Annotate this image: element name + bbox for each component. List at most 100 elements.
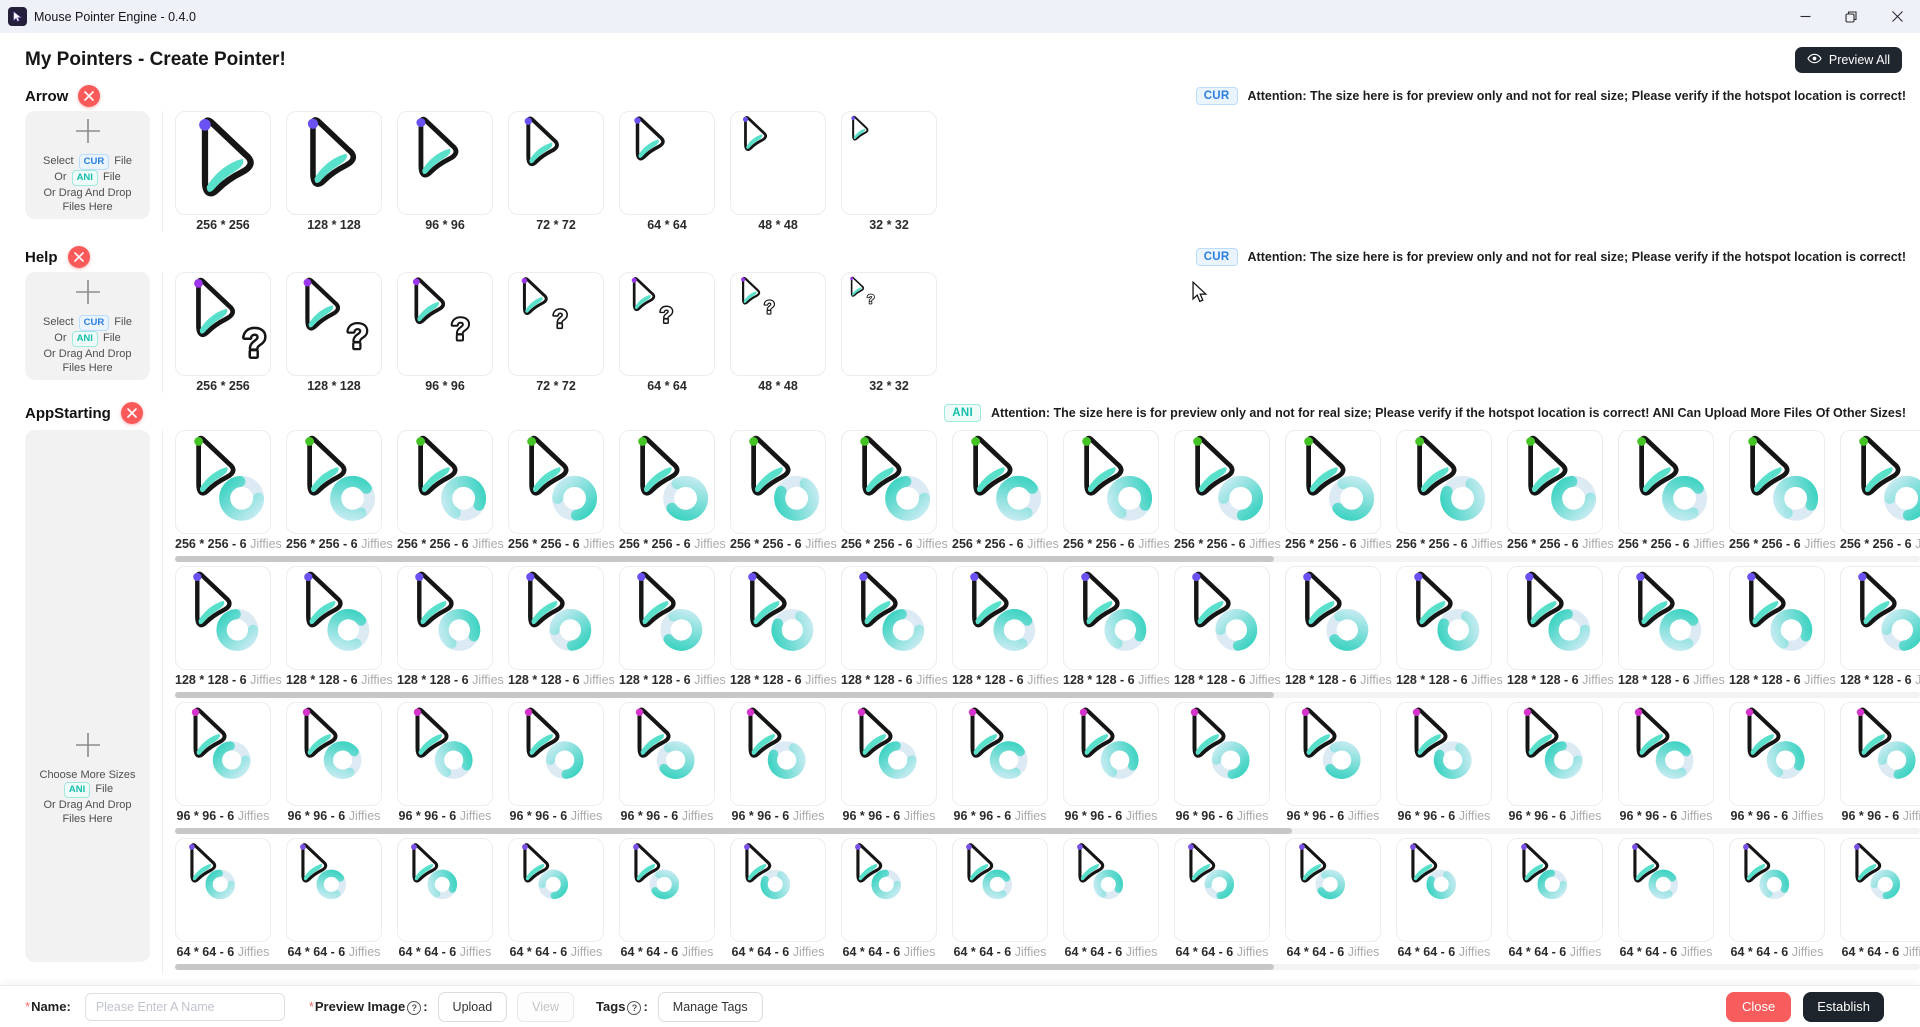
pointer-preview-card[interactable] [1729, 566, 1825, 670]
pointer-preview-card[interactable] [619, 838, 715, 942]
pointer-preview-card[interactable] [286, 430, 382, 534]
view-button[interactable]: View [517, 991, 575, 1022]
pointer-preview-card[interactable]: ? [175, 272, 271, 376]
close-button[interactable]: Close [1726, 991, 1792, 1022]
pointer-preview-card[interactable] [1174, 566, 1270, 670]
pointer-preview-card[interactable] [619, 111, 715, 215]
pointer-preview-card[interactable] [1396, 838, 1492, 942]
pointer-preview-card[interactable] [397, 702, 493, 806]
pointer-preview-card[interactable] [1063, 430, 1159, 534]
pointer-preview-card[interactable] [841, 430, 937, 534]
pointer-preview-card[interactable] [1396, 702, 1492, 806]
pointer-preview-card[interactable] [1063, 838, 1159, 942]
pointer-preview-card[interactable] [730, 566, 826, 670]
pointer-preview-card[interactable] [1729, 430, 1825, 534]
pointer-preview-card[interactable] [1174, 430, 1270, 534]
pointer-preview-card[interactable] [1507, 838, 1603, 942]
pointer-preview-card[interactable] [508, 838, 604, 942]
pointer-preview-card[interactable]: ? [730, 272, 826, 376]
pointer-preview-card[interactable] [1618, 430, 1714, 534]
file-dropzone-ani[interactable]: Choose More Sizes ANI File Or Drag And D… [25, 430, 150, 962]
pointer-preview-card[interactable] [952, 838, 1048, 942]
pointer-preview-card[interactable] [397, 111, 493, 215]
pointer-preview-card[interactable] [1063, 566, 1159, 670]
pointer-preview-card[interactable] [619, 702, 715, 806]
pointer-preview-card[interactable]: ? [286, 272, 382, 376]
pointer-preview-card[interactable] [508, 566, 604, 670]
pointer-preview-card[interactable] [619, 430, 715, 534]
pointer-preview-card[interactable] [397, 838, 493, 942]
pointer-preview-card[interactable] [508, 111, 604, 215]
pointer-preview-card[interactable] [1507, 702, 1603, 806]
pointer-preview-card[interactable]: ? [397, 272, 493, 376]
pointer-preview-card[interactable] [1840, 838, 1920, 942]
file-dropzone[interactable]: Select CUR File Or ANI File Or Drag And … [25, 272, 150, 380]
pointer-preview-card[interactable] [730, 702, 826, 806]
pointer-preview-card[interactable] [508, 702, 604, 806]
pointer-preview-card[interactable] [1063, 702, 1159, 806]
pointer-preview-card[interactable] [175, 430, 271, 534]
pointer-preview-card[interactable] [1174, 838, 1270, 942]
pointer-preview-card[interactable] [175, 111, 271, 215]
pointer-preview-card[interactable] [1507, 566, 1603, 670]
minimize-icon[interactable] [1782, 0, 1828, 33]
pointer-preview-card[interactable] [1285, 702, 1381, 806]
horizontal-scrollbar[interactable] [175, 964, 1920, 970]
pointer-preview-card[interactable]: ? [841, 272, 937, 376]
pointer-preview-card[interactable] [397, 430, 493, 534]
pointer-preview-card[interactable] [1729, 838, 1825, 942]
pointer-preview-card[interactable] [952, 430, 1048, 534]
pointer-preview-card[interactable] [175, 566, 271, 670]
pointer-preview-card[interactable] [1507, 430, 1603, 534]
pointer-preview-card[interactable] [619, 566, 715, 670]
pointer-preview-card[interactable]: ? [508, 272, 604, 376]
pointer-preview-card[interactable] [175, 838, 271, 942]
help-circle-icon[interactable]: ? [407, 1000, 422, 1015]
pointer-preview-card[interactable] [286, 702, 382, 806]
scrollbar-thumb[interactable] [175, 692, 1275, 698]
pointer-preview-card[interactable] [1396, 566, 1492, 670]
pointer-preview-card[interactable] [1618, 702, 1714, 806]
pointer-preview-card[interactable] [1840, 430, 1920, 534]
pointer-preview-card[interactable] [841, 111, 937, 215]
pointer-preview-card[interactable] [730, 430, 826, 534]
close-window-icon[interactable] [1874, 0, 1920, 33]
delete-section-icon[interactable] [67, 246, 90, 268]
pointer-preview-card[interactable] [841, 702, 937, 806]
help-circle-icon[interactable]: ? [627, 1000, 642, 1015]
pointer-preview-card[interactable] [397, 566, 493, 670]
scrollbar-thumb[interactable] [175, 964, 1275, 970]
horizontal-scrollbar[interactable] [175, 692, 1920, 698]
pointer-preview-card[interactable] [1285, 566, 1381, 670]
pointer-preview-card[interactable] [841, 566, 937, 670]
pointer-preview-card[interactable] [952, 702, 1048, 806]
pointer-preview-card[interactable] [1285, 430, 1381, 534]
pointer-preview-card[interactable] [1840, 566, 1920, 670]
pointer-preview-card[interactable] [286, 838, 382, 942]
preview-all-button[interactable]: Preview All [1794, 47, 1902, 73]
pointer-preview-card[interactable] [841, 838, 937, 942]
file-dropzone[interactable]: Select CUR File Or ANI File Or Drag And … [25, 111, 150, 219]
manage-tags-button[interactable]: Manage Tags [657, 991, 763, 1022]
horizontal-scrollbar[interactable] [175, 828, 1920, 834]
name-input[interactable] [84, 992, 285, 1021]
pointer-preview-card[interactable] [730, 111, 826, 215]
pointer-preview-card[interactable] [1729, 702, 1825, 806]
pointer-preview-card[interactable] [1285, 838, 1381, 942]
pointer-preview-card[interactable] [730, 838, 826, 942]
pointer-preview-card[interactable] [1396, 430, 1492, 534]
pointer-preview-card[interactable]: ? [619, 272, 715, 376]
scrollbar-thumb[interactable] [175, 556, 1275, 562]
pointer-preview-card[interactable] [508, 430, 604, 534]
pointer-preview-card[interactable] [1618, 838, 1714, 942]
pointer-preview-card[interactable] [1174, 702, 1270, 806]
pointer-preview-card[interactable] [175, 702, 271, 806]
scrollbar-thumb[interactable] [175, 828, 1292, 834]
pointer-preview-card[interactable] [1840, 702, 1920, 806]
pointer-preview-card[interactable] [952, 566, 1048, 670]
delete-section-icon[interactable] [120, 402, 143, 424]
horizontal-scrollbar[interactable] [175, 556, 1920, 562]
establish-button[interactable]: Establish [1803, 991, 1884, 1022]
delete-section-icon[interactable] [78, 85, 101, 107]
upload-button[interactable]: Upload [437, 991, 508, 1022]
